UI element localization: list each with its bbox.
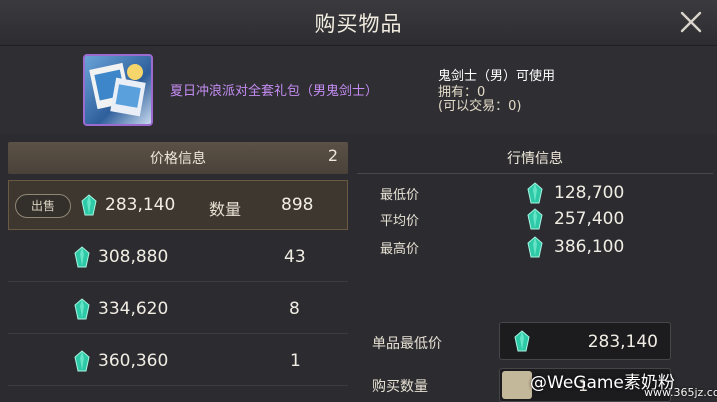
market-max-label: 最高价 bbox=[380, 242, 420, 257]
price-value: 334,620 bbox=[98, 299, 169, 319]
buy-quantity-label: 购买数量 bbox=[372, 379, 428, 395]
gem-icon bbox=[74, 350, 90, 372]
price-info-title: 价格信息 bbox=[150, 151, 206, 167]
unit-min-price-field: 283,140 bbox=[499, 322, 671, 360]
market-info-header: 行情信息 bbox=[357, 142, 713, 174]
title-bar: 购买物品 bbox=[0, 0, 717, 46]
price-row[interactable]: 出售 283,140 数量 898 bbox=[8, 180, 348, 230]
gem-icon bbox=[74, 298, 90, 320]
page-title: 购买物品 bbox=[314, 12, 403, 36]
sell-tag: 出售 bbox=[15, 194, 71, 218]
unit-min-price-label: 单品最低价 bbox=[372, 336, 442, 352]
price-info-header: 价格信息 2 bbox=[8, 142, 348, 174]
price-row[interactable]: 308,880 43 bbox=[8, 232, 348, 282]
qty-value: 8 bbox=[289, 299, 300, 319]
market-min-value: 128,700 bbox=[554, 183, 625, 203]
qty-value: 43 bbox=[284, 247, 306, 267]
price-info-count: 2 bbox=[327, 146, 338, 165]
qty-value: 898 bbox=[281, 195, 314, 215]
price-value: 308,880 bbox=[98, 247, 169, 267]
item-icon bbox=[83, 54, 153, 126]
decrease-button[interactable] bbox=[502, 371, 532, 399]
gem-icon bbox=[527, 236, 543, 258]
gem-icon bbox=[74, 246, 90, 268]
item-name: 夏日冲浪派对全套礼包（男鬼剑士） bbox=[170, 84, 379, 99]
watermark-site: www.365jz.com bbox=[644, 386, 717, 399]
qty-label: 数量 bbox=[209, 200, 242, 219]
price-value: 283,140 bbox=[105, 195, 176, 215]
gem-icon bbox=[81, 194, 97, 216]
qty-value: 1 bbox=[290, 351, 301, 371]
close-icon[interactable] bbox=[677, 8, 705, 36]
price-row[interactable]: 334,620 8 bbox=[8, 284, 348, 334]
gem-icon bbox=[514, 330, 530, 352]
market-info-title: 行情信息 bbox=[507, 151, 563, 167]
market-avg-value: 257,400 bbox=[554, 209, 625, 229]
market-avg-label: 平均价 bbox=[380, 214, 420, 229]
market-max-value: 386,100 bbox=[554, 237, 625, 257]
price-value: 360,360 bbox=[98, 351, 169, 371]
market-min-label: 最低价 bbox=[380, 188, 420, 203]
gem-icon bbox=[527, 208, 543, 230]
gem-icon bbox=[527, 182, 543, 204]
unit-min-price-value: 283,140 bbox=[587, 332, 658, 352]
price-row[interactable]: 360,360 1 bbox=[8, 336, 348, 386]
item-tradable: (可以交易：0) bbox=[438, 99, 522, 114]
